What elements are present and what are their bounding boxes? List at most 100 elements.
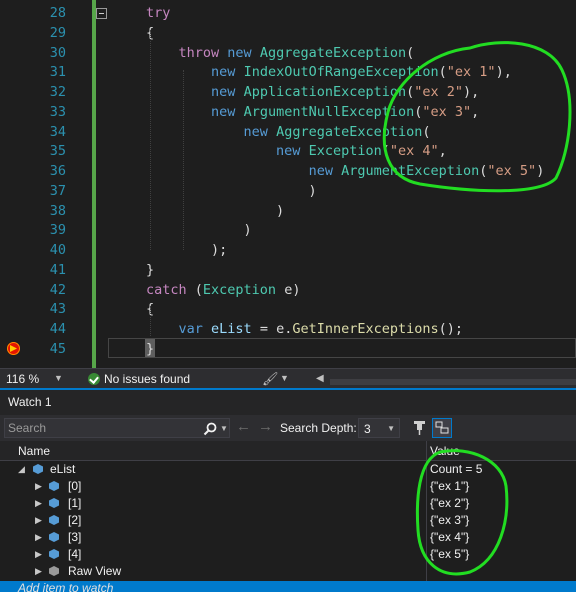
search-dropdown-icon[interactable]: ▼ xyxy=(220,424,228,433)
add-watch-row[interactable]: Add item to watch xyxy=(0,581,576,592)
watch-window-tab[interactable]: Watch 1 xyxy=(0,388,576,415)
pin-icon[interactable] xyxy=(412,420,428,436)
watch-row-item-0[interactable]: ▶ [0] {"ex 1"} xyxy=(0,478,576,495)
code-line[interactable]: ); xyxy=(146,241,227,261)
code-cleanup-brush-icon[interactable]: 🖌 xyxy=(262,371,279,387)
code-line[interactable]: new ApplicationException("ex 2"), xyxy=(146,83,479,103)
line-number: 37 xyxy=(49,182,66,199)
watch-row-name: [2] xyxy=(68,513,82,527)
code-token: ) xyxy=(536,163,545,179)
watch-row-name: eList xyxy=(50,462,76,476)
horizontal-scrollbar[interactable] xyxy=(316,375,576,385)
code-line[interactable]: new ArgumentNullException("ex 3", xyxy=(146,103,479,123)
code-token: try xyxy=(146,5,171,21)
watch-row-item-3[interactable]: ▶ [3] {"ex 4"} xyxy=(0,529,576,546)
expand-arrow-icon[interactable]: ▶ xyxy=(35,532,42,543)
code-token: throw xyxy=(178,44,220,61)
raw-view-icon xyxy=(49,566,59,576)
expand-arrow-icon[interactable]: ▶ xyxy=(35,498,42,509)
code-line[interactable]: try xyxy=(146,4,170,24)
variable-object-icon xyxy=(49,532,59,542)
code-cleanup-dropdown-icon[interactable]: ▼ xyxy=(280,373,289,383)
code-token: new xyxy=(211,64,236,81)
column-divider[interactable] xyxy=(426,441,427,592)
code-token: eList xyxy=(211,321,252,337)
code-line[interactable]: } xyxy=(146,261,154,281)
collapse-arrow-icon[interactable]: ◢ xyxy=(18,464,25,475)
code-line[interactable]: new AggregateException( xyxy=(146,123,431,143)
expand-arrow-icon[interactable]: ▶ xyxy=(35,549,42,560)
code-token: AggregateException xyxy=(259,44,407,61)
code-token: ( xyxy=(422,123,431,140)
line-number: 35 xyxy=(49,143,66,160)
code-token: (); xyxy=(438,321,464,337)
column-name-header[interactable]: Name xyxy=(18,444,50,458)
hex-display-icon[interactable] xyxy=(432,418,452,438)
code-line[interactable]: catch (Exception e) xyxy=(146,281,300,301)
outline-collapse-icon[interactable] xyxy=(96,8,107,19)
code-token: var xyxy=(178,321,203,337)
code-line[interactable]: new Exception("ex 4", xyxy=(146,142,447,162)
add-item-to-watch-label[interactable]: Add item to watch xyxy=(18,581,113,592)
code-line[interactable]: new IndexOutOfRangeException("ex 1"), xyxy=(146,63,512,83)
code-token: new xyxy=(243,123,268,140)
variable-object-icon xyxy=(49,515,59,525)
search-next-icon[interactable]: → xyxy=(258,418,273,435)
watch-row-value: {"ex 2"} xyxy=(430,496,470,510)
watch-row-item-1[interactable]: ▶ [1] {"ex 2"} xyxy=(0,495,576,512)
zoom-level[interactable]: 116 % xyxy=(6,372,39,386)
watch-search-box[interactable]: ▼ xyxy=(4,418,230,438)
code-line[interactable]: new ArgumentException("ex 5") xyxy=(146,162,545,182)
code-token: ( xyxy=(381,143,390,160)
breakpoint-margin[interactable] xyxy=(0,0,28,368)
watch-row-value: {"ex 5"} xyxy=(430,547,470,561)
watch-row-value: {"ex 1"} xyxy=(430,479,470,493)
watch-row-raw-view[interactable]: ▶ Raw View xyxy=(0,563,576,580)
code-token: } xyxy=(146,340,155,357)
watch-search-input[interactable] xyxy=(8,420,198,436)
code-token: ), xyxy=(495,64,512,81)
search-depth-value: 3 xyxy=(364,422,371,436)
code-token: ( xyxy=(438,64,447,81)
code-line[interactable]: ) xyxy=(146,221,252,241)
watch-row-value: Count = 5 xyxy=(430,462,483,476)
code-token: GetInnerExceptions xyxy=(292,321,439,337)
expand-arrow-icon[interactable]: ▶ xyxy=(35,566,42,577)
search-icon[interactable] xyxy=(203,422,217,436)
code-token: ), xyxy=(463,84,480,100)
zoom-dropdown-icon[interactable]: ▼ xyxy=(54,373,63,383)
search-previous-icon[interactable]: ← xyxy=(236,418,251,435)
code-line[interactable]: throw new AggregateException( xyxy=(146,44,415,64)
code-line[interactable]: ) xyxy=(146,182,317,202)
watch-row-item-4[interactable]: ▶ [4] {"ex 5"} xyxy=(0,546,576,563)
expand-arrow-icon[interactable]: ▶ xyxy=(35,481,42,492)
code-line[interactable]: var eList = e.GetInnerExceptions(); xyxy=(146,320,464,340)
code-token: "ex 4" xyxy=(389,143,439,160)
code-token: ); xyxy=(146,242,228,258)
code-token: IndexOutOfRangeException xyxy=(243,64,439,81)
breakpoint-current-statement-icon[interactable] xyxy=(7,342,20,355)
code-editor[interactable]: 28 29 30 31 32 33 34 35 36 37 38 39 40 41 42 43 44 45 try… xyxy=(0,0,576,368)
watch-list: ◢ eList Count = 5 ▶ [0] {"ex 1"} ▶ [1] {… xyxy=(0,461,576,592)
search-depth-select[interactable]: 3 ▼ xyxy=(358,418,400,438)
variable-object-icon xyxy=(49,498,59,508)
watch-row-item-2[interactable]: ▶ [2] {"ex 3"} xyxy=(0,512,576,529)
chevron-down-icon: ▼ xyxy=(387,424,395,433)
code-token: new xyxy=(211,84,236,100)
code-line[interactable]: } xyxy=(146,340,154,360)
indent-guide xyxy=(150,30,151,250)
expand-arrow-icon[interactable]: ▶ xyxy=(35,515,42,526)
column-value-header[interactable]: Value xyxy=(430,444,460,458)
issues-status[interactable]: No issues found xyxy=(104,372,190,386)
code-line[interactable]: ) xyxy=(146,202,284,222)
watch-row-elist[interactable]: ◢ eList Count = 5 xyxy=(0,461,576,478)
code-token: } xyxy=(146,261,155,278)
